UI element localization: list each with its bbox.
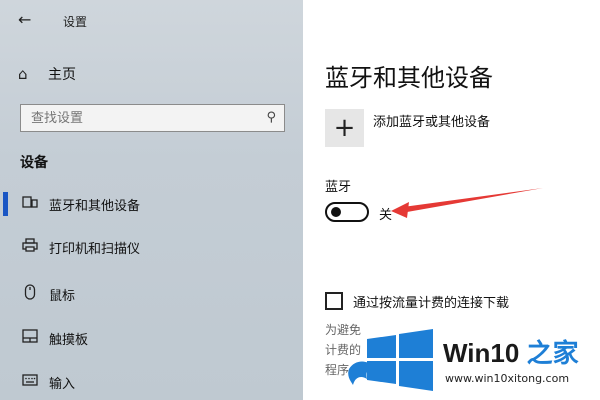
touchpad-icon [20, 329, 40, 347]
sidebar-item-label: 打印机和扫描仪 [49, 241, 141, 257]
sidebar-item-touchpad[interactable]: 触摸板 [0, 320, 303, 356]
metered-download-checkbox[interactable] [325, 292, 343, 310]
sidebar-item-printers[interactable]: 打印机和扫描仪 [0, 229, 303, 265]
plus-icon: + [333, 113, 356, 143]
brand-suffix: 之家 [526, 338, 579, 368]
windows-logo-icon [367, 329, 433, 391]
brand-prefix: Win10 [443, 338, 520, 368]
sidebar-item-home[interactable]: ⌂ 主页 [18, 64, 76, 84]
sidebar-item-bluetooth[interactable]: 蓝牙和其他设备 [0, 186, 303, 222]
window-title: 设置 [63, 15, 88, 29]
search-input[interactable] [31, 110, 251, 126]
watermark: Win10 之家 www.win10xitong.com [345, 325, 600, 400]
title-bar: ← 设置 [0, 0, 303, 40]
printer-icon [20, 238, 40, 256]
sidebar-item-label: 触摸板 [49, 332, 89, 348]
toggle-knob [331, 207, 341, 217]
section-title: 设备 [20, 155, 48, 171]
bluetooth-label: 蓝牙 [325, 180, 352, 195]
search-box[interactable]: ⚲ [20, 104, 285, 132]
bluetooth-state-text: 关 [379, 208, 393, 223]
keyboard-icon [20, 374, 40, 390]
home-icon: ⌂ [18, 65, 28, 83]
search-icon[interactable]: ⚲ [266, 110, 276, 125]
page-title: 蓝牙和其他设备 [325, 64, 493, 92]
add-device-label[interactable]: 添加蓝牙或其他设备 [373, 111, 490, 130]
mouse-icon [20, 284, 40, 304]
selected-indicator [3, 192, 8, 216]
sidebar-item-label: 蓝牙和其他设备 [49, 198, 141, 214]
watermark-brand: Win10 之家 [443, 333, 579, 370]
add-device-button[interactable]: + [325, 109, 364, 147]
bluetooth-device-icon [20, 195, 40, 213]
sidebar: ← 设置 ⌂ 主页 ⚲ 设备 蓝牙和其他设备 打印机和扫描仪 鼠标 触摸板 [0, 0, 303, 400]
watermark-url: www.win10xitong.com [445, 372, 570, 385]
bluetooth-toggle[interactable] [325, 202, 369, 222]
sidebar-item-label: 输入 [49, 376, 76, 392]
metered-download-label[interactable]: 通过按流量计费的连接下载 [353, 292, 509, 311]
home-label: 主页 [48, 67, 76, 83]
arrow-left-icon[interactable]: ← [18, 10, 31, 29]
sidebar-item-label: 鼠标 [49, 288, 76, 304]
sidebar-item-typing[interactable]: 输入 [0, 364, 303, 400]
sidebar-item-mouse[interactable]: 鼠标 [0, 276, 303, 312]
